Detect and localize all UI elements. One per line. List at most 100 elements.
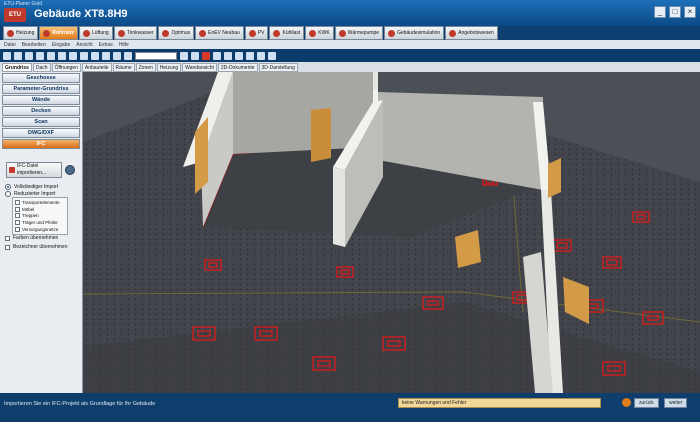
3d-viewport[interactable]	[83, 72, 700, 393]
bezeichner-checkbox[interactable]	[5, 244, 10, 250]
redo-icon[interactable]	[58, 51, 66, 60]
menu-eingabe[interactable]: Eingabe	[52, 42, 70, 48]
tab-grundriss[interactable]: Grundriss	[2, 63, 32, 72]
tab-wandansicht[interactable]: Wandansicht	[182, 63, 217, 72]
document-title: Gebäude XT8.8H9	[34, 8, 128, 20]
tab-anbauteile[interactable]: Anbauteile	[81, 63, 112, 72]
new-icon[interactable]	[3, 51, 11, 60]
module-tab-kuehllast[interactable]: Kühllast	[269, 26, 305, 40]
tab-oeffnungen[interactable]: Öffnungen	[51, 63, 81, 72]
filter-moebel[interactable]: Möbel	[15, 206, 65, 213]
module-tab-angebotswesen[interactable]: Angebotswesen	[445, 26, 498, 40]
optimus-icon	[162, 29, 170, 37]
filter-versorgungsnetze[interactable]: Versorgungsnetze	[15, 226, 65, 233]
status-hint: Importieren Sie ein IFC-Projekt als Grun…	[4, 401, 156, 407]
measure-icon[interactable]	[113, 51, 121, 60]
save-icon[interactable]	[25, 51, 33, 60]
module-tab-trinkwasser[interactable]: Trinkwasser	[113, 26, 158, 40]
open-icon[interactable]	[14, 51, 22, 60]
filter-traeger-pfeiler[interactable]: Träger und Pfeiler	[15, 219, 65, 226]
refresh-icon[interactable]	[622, 398, 631, 407]
maximize-button[interactable]: □	[669, 6, 681, 18]
ifc-import-label-line1: IFC-Datei	[17, 163, 39, 169]
filter-transportelemente[interactable]: Transportelemente	[15, 199, 65, 206]
zoom-out-icon[interactable]	[191, 51, 199, 60]
filter-checkbox[interactable]	[15, 199, 20, 205]
module-tab-kwk[interactable]: KWK	[305, 26, 334, 40]
close-button[interactable]: ×	[684, 6, 696, 18]
sidebar-item-decken[interactable]: Decken	[2, 106, 80, 116]
zoom-in-icon[interactable]	[180, 51, 188, 60]
farben-checkbox[interactable]	[5, 235, 10, 241]
filter-checkbox[interactable]	[15, 227, 20, 233]
module-tab-heizung[interactable]: Heizung	[3, 26, 39, 40]
sidebar-item-waende[interactable]: Wände	[2, 95, 80, 105]
ifc-import-label-line2: importieren...	[17, 170, 47, 176]
menu-bearbeiten[interactable]: Bearbeiten	[22, 42, 46, 48]
layers-icon[interactable]	[124, 51, 132, 60]
module-tab-rohrnetz[interactable]: Rohrnetz	[39, 26, 79, 40]
copy-icon[interactable]	[80, 51, 88, 60]
tab-3d-darstellung[interactable]: 3D-Darstellung	[258, 63, 298, 72]
module-tab-waermepumpe[interactable]: Wärmepumpe	[334, 26, 384, 40]
tab-2d-dokumente[interactable]: 2D-Dokumente	[217, 63, 258, 72]
water-icon	[117, 29, 125, 37]
module-tab-optimus[interactable]: Optimus	[158, 26, 195, 40]
menu-hilfe[interactable]: Hilfe	[119, 42, 129, 48]
radio-full-import-dot[interactable]	[5, 184, 11, 190]
rotate-icon[interactable]	[235, 51, 243, 60]
filter-checkbox[interactable]	[15, 213, 20, 219]
simulation-icon	[388, 29, 396, 37]
module-tab-pv[interactable]: PV	[244, 26, 269, 40]
move-icon[interactable]	[224, 51, 232, 60]
solar-icon	[248, 29, 256, 37]
menu-bar: Datei Bearbeiten Eingabe Ansicht Extras …	[0, 40, 700, 49]
stop-icon[interactable]	[202, 51, 210, 60]
toolbar	[0, 49, 700, 62]
settings-icon[interactable]	[268, 51, 276, 60]
module-tab-lueftung[interactable]: Lüftung	[79, 26, 113, 40]
sidebar-item-dwg-dxf[interactable]: DWG/DXF	[2, 128, 80, 138]
next-button[interactable]: weiter	[664, 398, 688, 408]
floor-select[interactable]	[135, 51, 177, 60]
ifc-settings-icon[interactable]	[65, 165, 75, 175]
sidebar-item-scan[interactable]: Scan	[2, 117, 80, 127]
radio-full-import[interactable]: Vollständiger Import	[5, 184, 58, 190]
radio-reduced-import-dot[interactable]	[5, 191, 11, 197]
sidebar-item-ifc[interactable]: IFC	[2, 139, 80, 149]
cut-icon[interactable]	[69, 51, 77, 60]
option-bezeichner-uebernehmen[interactable]: Bezeichner übernehmen	[5, 244, 67, 250]
back-button[interactable]: zurück	[634, 398, 659, 408]
grid-icon[interactable]	[102, 51, 110, 60]
filter-treppen[interactable]: Treppen	[15, 213, 65, 220]
tab-zonen[interactable]: Zonen	[135, 63, 156, 72]
module-tab-enev[interactable]: EnEV Neubau	[195, 26, 244, 40]
filter-checkbox[interactable]	[15, 220, 20, 226]
heat-pump-icon	[338, 29, 346, 37]
menu-extras[interactable]: Extras	[99, 42, 113, 48]
paste-icon[interactable]	[91, 51, 99, 60]
option-farben-uebernehmen[interactable]: Farben übernehmen	[5, 235, 58, 241]
cooling-icon	[273, 29, 281, 37]
heating-icon	[7, 29, 14, 37]
tab-heizung[interactable]: Heizung	[156, 63, 182, 72]
3d-building-render[interactable]	[83, 72, 700, 393]
tab-raeume[interactable]: Räume	[112, 63, 135, 72]
sidebar-item-parameter-grundriss[interactable]: Parameter-Grundriss	[2, 84, 80, 94]
app-name: ETU-Planer Gold	[4, 1, 43, 7]
select-icon[interactable]	[213, 51, 221, 60]
app-logo: ETU	[4, 8, 26, 22]
render-icon[interactable]	[257, 51, 265, 60]
menu-datei[interactable]: Datei	[4, 42, 16, 48]
tab-dach[interactable]: Dach	[32, 63, 51, 72]
ifc-file-icon	[9, 167, 15, 173]
module-tab-gebaeudesimulation[interactable]: Gebäudesimulation	[384, 26, 445, 40]
menu-ansicht[interactable]: Ansicht	[76, 42, 92, 48]
print-icon[interactable]	[36, 51, 44, 60]
sidebar-item-geschosse[interactable]: Geschosse	[2, 73, 80, 83]
minimize-button[interactable]: _	[654, 6, 666, 18]
filter-checkbox[interactable]	[15, 206, 20, 212]
ifc-import-button[interactable]: IFC-Datei importieren...	[6, 162, 62, 178]
view-3d-icon[interactable]	[246, 51, 254, 60]
undo-icon[interactable]	[47, 51, 55, 60]
